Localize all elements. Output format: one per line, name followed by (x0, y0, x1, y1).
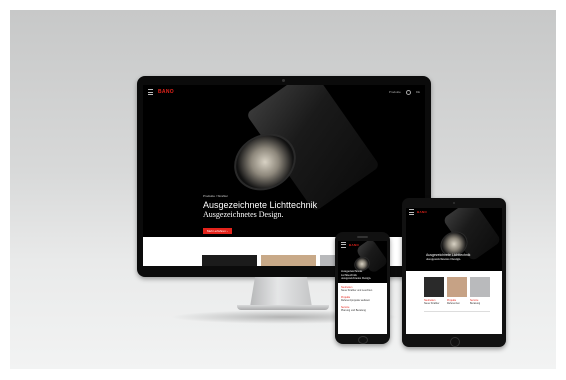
tablet-thumb-3[interactable] (470, 277, 490, 297)
phone-speaker (357, 236, 368, 238)
content-thumb-2[interactable] (261, 255, 316, 266)
nav-link-products[interactable]: Produkte (389, 90, 401, 94)
monitor-stand-base (237, 305, 329, 310)
content-thumb-1[interactable] (202, 255, 257, 266)
tablet-card-2[interactable]: Projekte Referenzen (447, 299, 467, 305)
phone-news-item-2[interactable]: Projekte Referenzprojekte weltweit (341, 296, 384, 302)
menu-icon[interactable] (148, 89, 153, 95)
phone-news-item-3[interactable]: Service Planung und Beratung (341, 306, 384, 312)
tablet-thumb-2[interactable] (447, 277, 467, 297)
desktop-hero-text: Produkte / Strahler Ausgezeichnete Licht… (203, 194, 317, 237)
tablet-menu-icon[interactable] (409, 209, 414, 215)
hero-headline-1: Ausgezeichnete Lichttechnik (203, 200, 318, 210)
phone-news-item-1[interactable]: Neuheiten Neue Strahler und Leuchten (341, 286, 384, 292)
camera-icon (282, 79, 285, 82)
cta-button[interactable]: Mehr erfahren › (203, 228, 232, 234)
tablet-device: BANO Ausgezeichnete Lichttechnik Ausgeze… (402, 198, 506, 347)
hero-headline-2: Ausgezeichnetes Design. (203, 210, 284, 219)
phone-news-text: Neue Strahler und Leuchten (341, 289, 373, 292)
breadcrumb[interactable]: Produkte / Strahler (203, 194, 317, 198)
tablet-screen: BANO Ausgezeichnete Lichttechnik Ausgeze… (406, 208, 502, 334)
language-switch[interactable]: DE (416, 90, 420, 94)
tablet-home-button[interactable] (450, 337, 460, 347)
phone-news-text: Planung und Beratung (341, 309, 366, 312)
phone-headline-3: Ausgezeichnetes Design. (341, 276, 372, 280)
tablet-card-3[interactable]: Service Beratung (470, 299, 490, 305)
phone-news-text: Referenzprojekte weltweit (341, 299, 370, 302)
desktop-nav: Produkte DE (389, 89, 420, 95)
search-icon[interactable] (405, 89, 411, 95)
tablet-card-text: Referenzen (447, 302, 460, 305)
phone-home-button[interactable] (358, 336, 368, 344)
phone-device: BANO Ausgezeichnete Lichttechnik Ausgeze… (335, 232, 390, 344)
tablet-content-area: Neuheiten Neue Strahler Projekte Referen… (406, 271, 502, 334)
tablet-headline-2: Ausgezeichnetes Design. (426, 257, 462, 261)
product-showcase-scene: BANO Produkte DE Produkte / Strahler Aus… (10, 10, 556, 369)
tablet-card-text: Beratung (470, 302, 481, 305)
tablet-thumb-1[interactable] (424, 277, 444, 297)
phone-content-area: Neuheiten Neue Strahler und Leuchten Pro… (338, 283, 387, 334)
monitor-stand (250, 277, 312, 307)
tablet-card-text: Neue Strahler (424, 302, 440, 305)
tablet-footer-divider (424, 311, 490, 312)
tablet-camera-icon (453, 202, 455, 204)
phone-screen: BANO Ausgezeichnete Lichttechnik Ausgeze… (338, 241, 387, 334)
phone-hero-text: Ausgezeichnete Lichttechnik Ausgezeichne… (341, 269, 372, 281)
site-logo[interactable]: BANO (158, 89, 174, 95)
tablet-card-1[interactable]: Neuheiten Neue Strahler (424, 299, 444, 305)
